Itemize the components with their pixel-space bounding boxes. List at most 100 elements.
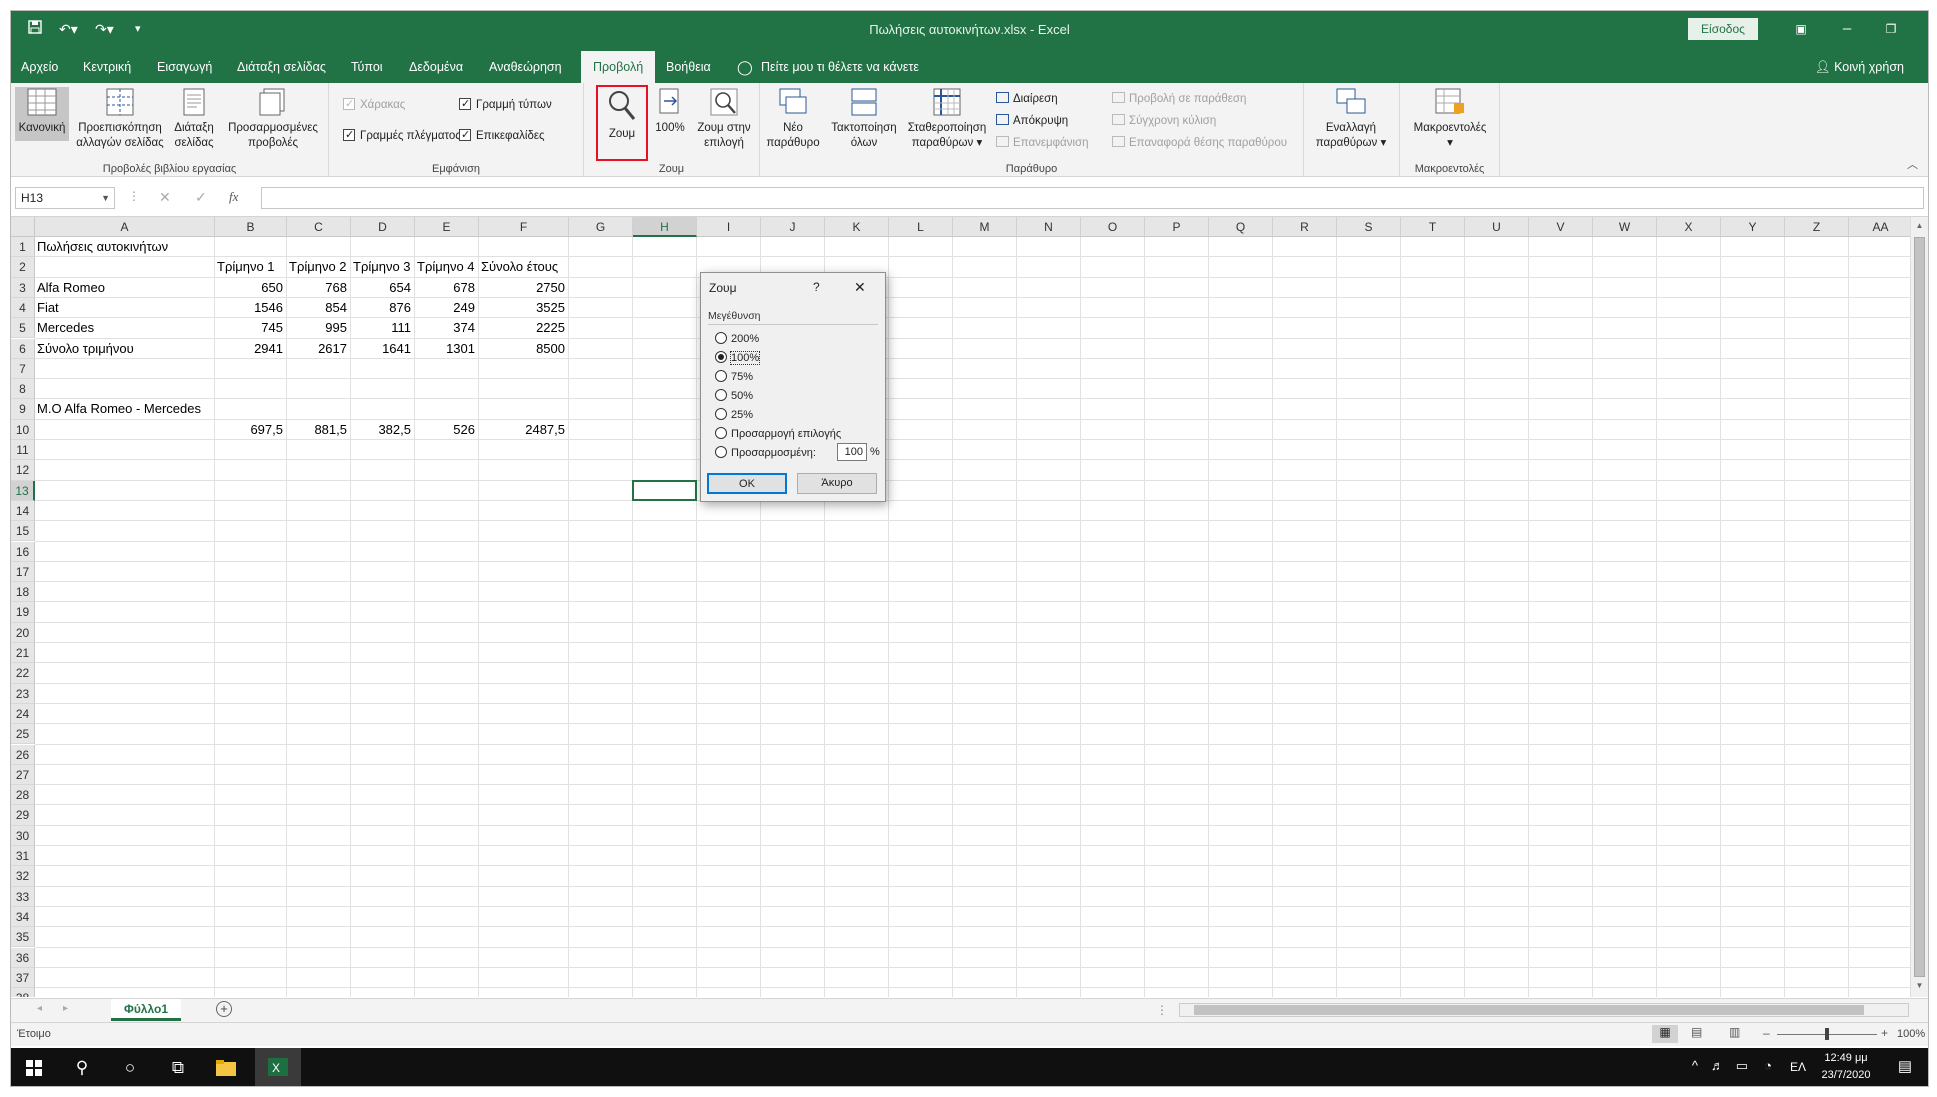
row-header-33[interactable]: 33 <box>11 886 35 907</box>
column-header-A[interactable]: A <box>35 217 215 237</box>
row-header-9[interactable]: 9 <box>11 399 35 420</box>
name-box[interactable]: H13 ▼ <box>15 187 115 209</box>
column-header-H[interactable]: H <box>633 217 697 237</box>
column-header-R[interactable]: R <box>1273 217 1337 237</box>
macros-button[interactable]: Μακροεντολές ▾ <box>1406 87 1494 151</box>
tab-split-handle-icon[interactable]: ⋮ <box>1156 1003 1168 1017</box>
page-layout-status-icon[interactable]: ▤ <box>1691 1025 1702 1039</box>
cell-E5[interactable]: 374 <box>417 318 478 338</box>
row-header-29[interactable]: 29 <box>11 805 35 826</box>
row-header-11[interactable]: 11 <box>11 440 35 461</box>
cell-B10[interactable]: 697,5 <box>217 420 286 440</box>
cell-D10[interactable]: 382,5 <box>353 420 414 440</box>
row-header-25[interactable]: 25 <box>11 724 35 745</box>
cell-F4[interactable]: 3525 <box>481 298 568 318</box>
excel-taskbar-icon[interactable]: X <box>255 1048 301 1086</box>
sign-in-button[interactable]: Είσοδος <box>1688 18 1758 40</box>
tab-file[interactable]: Αρχείο <box>17 51 62 83</box>
split-button[interactable]: Διαίρεση <box>996 91 1058 107</box>
row-header-34[interactable]: 34 <box>11 906 35 928</box>
prev-sheet-icon[interactable]: ◂ <box>37 1003 42 1014</box>
cell-A6[interactable]: Σύνολο τριμήνου <box>37 339 214 359</box>
select-all-corner[interactable] <box>11 217 35 237</box>
new-sheet-icon[interactable]: + <box>216 1001 232 1017</box>
row-header-4[interactable]: 4 <box>11 297 35 319</box>
sheet-tab-sheet1[interactable]: Φύλλο1 <box>111 999 181 1021</box>
dialog-help-icon[interactable]: ? <box>813 280 820 294</box>
close-icon[interactable]: ✕ <box>1918 16 1928 42</box>
row-header-31[interactable]: 31 <box>11 846 35 867</box>
zoom-percent[interactable]: 100% <box>1897 1028 1925 1040</box>
column-header-W[interactable]: W <box>1593 217 1657 237</box>
column-header-M[interactable]: M <box>953 217 1017 237</box>
row-header-16[interactable]: 16 <box>11 541 35 562</box>
horizontal-scrollbar[interactable] <box>1179 1003 1909 1017</box>
page-break-status-icon[interactable]: ▥ <box>1729 1025 1740 1039</box>
zoom-slider-thumb[interactable] <box>1825 1028 1829 1040</box>
row-header-24[interactable]: 24 <box>11 703 35 725</box>
cell-C5[interactable]: 995 <box>289 318 350 338</box>
ok-button[interactable]: OK <box>707 473 787 494</box>
normal-view-status-icon[interactable]: ▦ <box>1652 1025 1678 1043</box>
row-header-8[interactable]: 8 <box>11 379 35 400</box>
column-header-F[interactable]: F <box>479 217 569 237</box>
tab-data[interactable]: Δεδομένα <box>405 51 467 83</box>
row-header-27[interactable]: 27 <box>11 764 35 786</box>
row-header-30[interactable]: 30 <box>11 825 35 846</box>
row-header-36[interactable]: 36 <box>11 947 35 968</box>
zoom-75-radio[interactable]: 75% <box>715 370 753 384</box>
windows-start-icon[interactable] <box>11 1048 57 1086</box>
zoom-50-radio[interactable]: 50% <box>715 389 753 403</box>
vertical-scrollbar[interactable]: ▲ ▼ <box>1910 217 1928 997</box>
cell-B2[interactable]: Τρίμηνο 1 <box>217 257 286 277</box>
show-hidden-icons-icon[interactable]: ^ <box>1692 1058 1698 1073</box>
cell-A1[interactable]: Πωλήσεις αυτοκινήτων <box>37 237 214 257</box>
cell-B5[interactable]: 745 <box>217 318 286 338</box>
cell-B6[interactable]: 2941 <box>217 339 286 359</box>
language-indicator[interactable]: ΕΛ <box>1790 1060 1806 1074</box>
column-header-AA[interactable]: AA <box>1849 217 1913 237</box>
cell-A9[interactable]: M.O Alfa Romeo - Mercedes <box>37 399 214 419</box>
row-header-2[interactable]: 2 <box>11 257 35 278</box>
formula-input[interactable] <box>261 187 1924 209</box>
column-header-Y[interactable]: Y <box>1721 217 1785 237</box>
share-button[interactable]: 👤︎ Κοινή χρήση <box>1815 51 1904 83</box>
row-header-6[interactable]: 6 <box>11 338 35 359</box>
normal-view-button[interactable]: Κανονική <box>15 87 69 141</box>
worksheet-grid[interactable]: A B C D E F G H I J K L M N O P Q R S T U V W X Y Z AA 1 2 3 4 5 6 7 8 9 10 1… <box>11 217 1921 997</box>
ribbon-display-options-icon[interactable]: ▣ <box>1786 16 1816 42</box>
column-header-Z[interactable]: Z <box>1785 217 1849 237</box>
formula-bar-checkbox[interactable]: Γραμμή τύπων <box>459 96 552 113</box>
row-header-20[interactable]: 20 <box>11 622 35 643</box>
custom-zoom-input[interactable]: 100 <box>837 443 867 461</box>
column-header-S[interactable]: S <box>1337 217 1401 237</box>
battery-icon[interactable]: ▭ <box>1736 1058 1748 1074</box>
selected-cell-H13[interactable] <box>632 479 697 501</box>
cell-E10[interactable]: 526 <box>417 420 478 440</box>
row-header-23[interactable]: 23 <box>11 683 35 704</box>
tell-me-search[interactable]: Πείτε μου τι θέλετε να κάνετε <box>757 51 923 83</box>
row-header-19[interactable]: 19 <box>11 602 35 623</box>
column-header-K[interactable]: K <box>825 217 889 237</box>
network-icon[interactable]: ◔ <box>1764 1058 1772 1073</box>
cell-D5[interactable]: 111 <box>353 318 414 338</box>
cell-E3[interactable]: 678 <box>417 278 478 298</box>
minimize-icon[interactable]: – <box>1832 16 1862 42</box>
cell-C2[interactable]: Τρίμηνο 2 <box>289 257 350 277</box>
row-header-22[interactable]: 22 <box>11 663 35 684</box>
cell-F3[interactable]: 2750 <box>481 278 568 298</box>
cell-C3[interactable]: 768 <box>289 278 350 298</box>
column-header-N[interactable]: N <box>1017 217 1081 237</box>
volume-icon[interactable]: ♬ <box>1711 1058 1724 1073</box>
gridlines-checkbox[interactable]: Γραμμές πλέγματος <box>343 127 461 144</box>
row-header-1[interactable]: 1 <box>11 237 35 258</box>
new-window-button[interactable]: Νέο παράθυρο <box>764 87 822 151</box>
column-header-Q[interactable]: Q <box>1209 217 1273 237</box>
zoom-in-icon[interactable]: + <box>1881 1026 1888 1040</box>
zoom-button[interactable]: Ζουμ <box>596 85 648 161</box>
custom-zoom-radio[interactable]: Προσαρμοσμένη: <box>715 446 816 460</box>
zoom-100-radio[interactable]: 100% <box>715 351 761 365</box>
column-header-C[interactable]: C <box>287 217 351 237</box>
column-header-X[interactable]: X <box>1657 217 1721 237</box>
row-header-5[interactable]: 5 <box>11 318 35 339</box>
